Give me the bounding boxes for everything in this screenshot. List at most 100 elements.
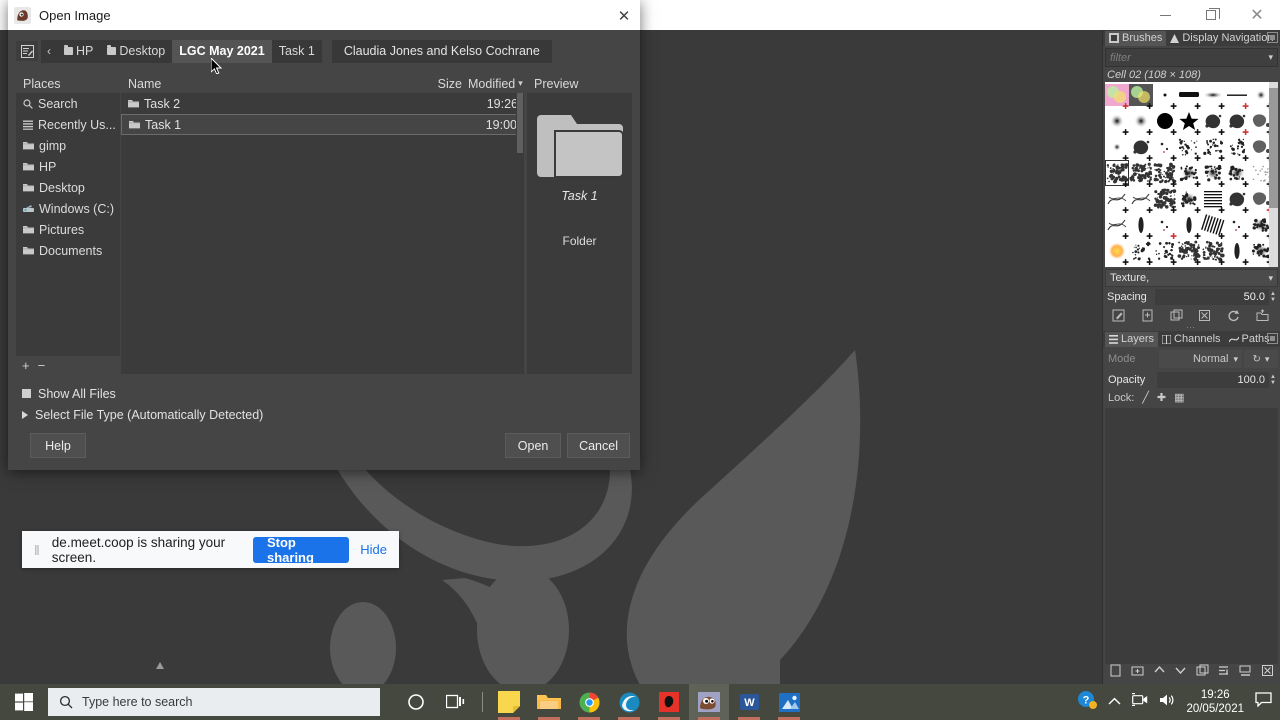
dialog-titlebar[interactable]: Open Image ✕ — [8, 0, 640, 30]
stop-sharing-button[interactable]: Stop sharing — [253, 537, 349, 563]
file-list-scrollbar[interactable] — [516, 93, 524, 374]
tab-channels[interactable]: Channels — [1158, 332, 1224, 347]
brush-grid[interactable]: ✚ ✚ ✚ ✚ ✚ ✚ ✚ ✚ ✚ ✚ ✚ ✚ ✚ ✚ ✚ ✚ ✚ ✚ ✚ ✚ ✚ ✚ ✚ ✚ ✚ ✚ ✚ ✚ ✚ ✚ ✚ ✚ ✚ ✚ ✚ ✚ ✚ ✚ ✚ ✚… — [1105, 82, 1269, 267]
brush-thumbnail[interactable]: ✚ — [1201, 160, 1225, 186]
brush-thumbnail[interactable]: ✚ — [1177, 82, 1201, 108]
lock-pixels-icon[interactable]: ╱ — [1142, 391, 1149, 404]
place-item-windows-c[interactable]: Windows (C:) — [16, 198, 120, 219]
brush-thumbnail[interactable]: ✚ — [1177, 238, 1201, 264]
brush-thumbnail[interactable]: ✚ — [1177, 160, 1201, 186]
brush-thumbnail[interactable]: ✚ — [1105, 82, 1129, 108]
breadcrumb-item-lgc-may-2021[interactable]: LGC May 2021 — [172, 40, 271, 63]
place-item-gimp[interactable]: gimp — [16, 135, 120, 156]
brush-thumbnail[interactable]: ✚ — [1177, 108, 1201, 134]
layer-list[interactable] — [1105, 408, 1278, 664]
brush-thumbnail[interactable]: ✚ — [1177, 186, 1201, 212]
table-row[interactable]: Task 2 19:26 — [121, 93, 524, 114]
dock-menu-icon[interactable] — [1267, 32, 1278, 43]
edit-brush-icon[interactable] — [1112, 309, 1127, 322]
place-item-search[interactable]: Search — [16, 93, 120, 114]
place-item-pictures[interactable]: Pictures — [16, 219, 120, 240]
layer-mode-select[interactable]: Normal ▾ — [1159, 350, 1242, 368]
show-hidden-icons-icon[interactable] — [1108, 693, 1121, 711]
brush-thumbnail[interactable]: ✚ — [1249, 238, 1269, 264]
hide-button[interactable]: Hide — [360, 542, 387, 557]
brush-thumbnail[interactable]: ✚ — [1105, 238, 1129, 264]
brush-thumbnail[interactable]: ✚ — [1201, 186, 1225, 212]
brush-filter-input[interactable]: filter ▾ — [1105, 48, 1278, 67]
lock-position-icon[interactable]: ✚ — [1157, 391, 1166, 404]
merge-down-icon[interactable] — [1239, 664, 1252, 682]
type-a-file-name-icon[interactable] — [16, 41, 38, 61]
new-layer-icon[interactable] — [1109, 664, 1122, 682]
place-item-documents[interactable]: Documents — [16, 240, 120, 261]
open-button[interactable]: Open — [505, 433, 561, 458]
places-list[interactable]: Search Recently Us... gimp HP Desktop Windows… — [16, 93, 120, 356]
brush-thumbnail[interactable]: ✚ — [1225, 212, 1249, 238]
brush-thumbnail[interactable]: ✚ — [1153, 186, 1177, 212]
brush-thumbnail[interactable]: ✚ — [1129, 186, 1153, 212]
brush-thumbnail[interactable]: ✚ — [1177, 212, 1201, 238]
layer-opacity-value[interactable]: 100.0 — [1157, 372, 1269, 388]
breadcrumb-item-task-1[interactable]: Task 1 — [272, 40, 322, 63]
brush-thumbnail[interactable]: ✚ — [1201, 212, 1225, 238]
raise-layer-icon[interactable] — [1153, 664, 1166, 682]
close-icon[interactable]: ✕ — [1234, 0, 1280, 30]
delete-brush-icon[interactable] — [1198, 309, 1213, 322]
brush-thumbnail[interactable]: ✚ — [1225, 186, 1249, 212]
brush-grid-scrollbar[interactable] — [1269, 82, 1278, 267]
place-item-recently-us[interactable]: Recently Us... — [16, 114, 120, 135]
brush-thumbnail[interactable]: ✚ — [1249, 160, 1269, 186]
google-chrome-icon[interactable] — [569, 684, 609, 720]
duplicate-layer-icon[interactable] — [1196, 664, 1209, 682]
breadcrumb-item-claudia-jones-and-kelso-cochrane[interactable]: Claudia Jones and Kelso Cochrane — [332, 40, 552, 63]
brush-thumbnail[interactable]: ✚ — [1129, 238, 1153, 264]
brush-thumbnail[interactable]: ✚ — [1249, 134, 1269, 160]
file-rows[interactable]: Task 2 19:26 Task 1 19:00 — [121, 93, 524, 135]
new-brush-icon[interactable] — [1141, 309, 1156, 322]
brush-thumbnail[interactable]: ✚ — [1105, 134, 1129, 160]
show-all-files-checkbox[interactable]: Show All Files — [22, 383, 263, 404]
brush-spacing-value[interactable]: 50.0 — [1155, 289, 1269, 305]
brush-thumbnail[interactable]: ✚ — [1249, 186, 1269, 212]
brush-thumbnail[interactable]: ✚ — [1105, 108, 1129, 134]
layer-opacity-row[interactable]: Opacity 100.0 ▲ ▼ — [1105, 371, 1278, 388]
brush-thumbnail[interactable]: ✚ — [1249, 264, 1269, 267]
windows-start-icon[interactable] — [0, 684, 48, 720]
brush-thumbnail[interactable]: ✚ — [1129, 212, 1153, 238]
delete-layer-icon[interactable] — [1261, 664, 1274, 682]
brush-thumbnail[interactable]: ✚ — [1129, 82, 1153, 108]
brush-thumbnail[interactable]: ✚ — [1225, 82, 1249, 108]
brush-thumbnail[interactable]: ✚ — [1249, 108, 1269, 134]
dock-menu-icon[interactable] — [1267, 333, 1278, 344]
column-header-size[interactable]: Size — [420, 77, 462, 91]
search-input[interactable]: Type here to search — [48, 688, 380, 716]
opacity-stepper[interactable]: ▲ ▼ — [1270, 374, 1278, 386]
brush-thumbnail[interactable]: ✚ — [1249, 82, 1269, 108]
tab-layers[interactable]: Layers — [1105, 332, 1158, 347]
volume-icon[interactable] — [1159, 693, 1175, 712]
brush-thumbnail[interactable]: ✚ — [1153, 264, 1177, 267]
add-place-button[interactable]: + — [22, 358, 30, 373]
brush-thumbnail[interactable]: ✚ — [1249, 212, 1269, 238]
brush-texture-dropdown[interactable]: Texture, ▾ — [1105, 269, 1278, 287]
lock-alpha-icon[interactable]: ▦ — [1174, 391, 1184, 404]
new-layer-group-icon[interactable] — [1131, 664, 1144, 682]
gimp-icon[interactable] — [689, 684, 729, 720]
place-item-desktop[interactable]: Desktop — [16, 177, 120, 198]
breadcrumb-back-button[interactable]: ‹ — [41, 40, 57, 63]
brush-thumbnail[interactable]: ✚ — [1201, 238, 1225, 264]
action-center-icon[interactable] — [1255, 692, 1272, 712]
select-file-type-expander[interactable]: Select File Type (Automatically Detected… — [22, 404, 263, 425]
drag-handle-icon[interactable]: ‖ — [34, 542, 41, 558]
tab-display-navigation[interactable]: Display Navigation — [1166, 31, 1277, 46]
brush-thumbnail[interactable]: ✚ — [1201, 264, 1225, 267]
brush-thumbnail[interactable]: ✚ — [1225, 160, 1249, 186]
brush-thumbnail[interactable]: ✚ — [1153, 134, 1177, 160]
help-question-icon[interactable]: ? — [1077, 690, 1097, 715]
open-brush-folder-icon[interactable] — [1256, 309, 1271, 322]
duplicate-brush-icon[interactable] — [1170, 309, 1185, 322]
brush-thumbnail[interactable]: ✚ — [1129, 134, 1153, 160]
brush-thumbnail[interactable]: ✚ — [1225, 264, 1249, 267]
cortana-icon[interactable] — [396, 684, 436, 720]
